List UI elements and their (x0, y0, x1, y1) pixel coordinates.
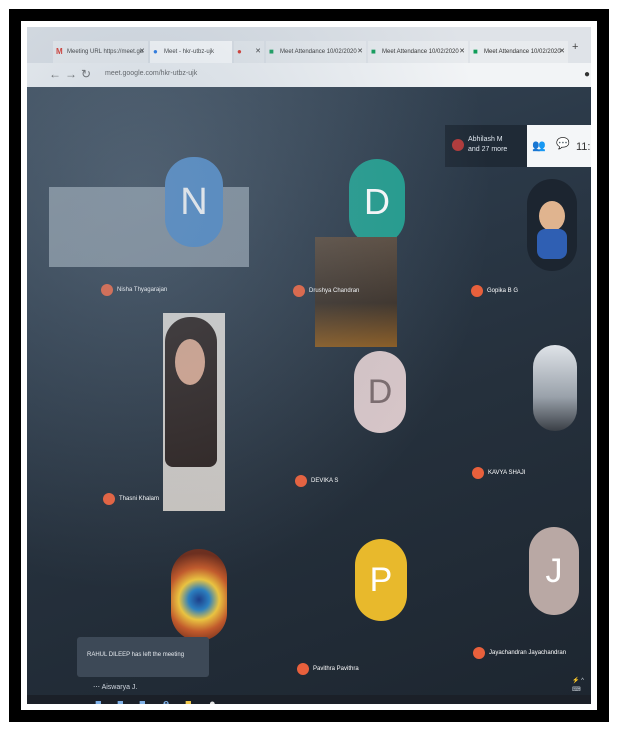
tab-label: Meet Attendance 10/02/2020 (484, 49, 561, 55)
screen-photo: M Meeting URL https://meet.go ✕ ● Meet -… (27, 27, 591, 704)
participant-devika: DEVIKA S (295, 475, 338, 487)
mic-off-icon (473, 647, 485, 659)
participant-nisha: Nisha Thyagarajan (101, 284, 167, 296)
tab-label: Meet Attendance 10/02/2020 (382, 49, 459, 55)
close-icon[interactable]: ✕ (459, 41, 465, 63)
avatar: P (355, 539, 407, 621)
participant-name: DEVIKA S (311, 478, 339, 484)
participant-count-text: and 27 more (468, 146, 508, 153)
url-field[interactable]: meet.google.com/hkr-utbz-ujk (105, 70, 197, 77)
back-icon[interactable]: ← (49, 67, 61, 81)
close-icon[interactable]: ✕ (255, 41, 261, 63)
avatar: D (354, 351, 406, 433)
mic-off-icon (103, 493, 115, 505)
sheets-icon: ■ (473, 47, 478, 56)
participant-name: Jayachandran Jayachandran (489, 650, 567, 656)
face-shape (539, 201, 565, 231)
forward-icon[interactable]: → (65, 67, 77, 81)
tab-attendance-3[interactable]: ■ Meet Attendance 10/02/2020 ✕ (470, 41, 568, 63)
menu-icon[interactable]: ● (584, 69, 590, 80)
notification-toast: RAHUL DILEEP has left the meeting (77, 637, 209, 677)
mic-off-icon (297, 663, 309, 675)
clock: 11:59 (576, 141, 591, 153)
camera-feed-thasni (163, 313, 225, 511)
self-name-text: Aiswarya J. (101, 684, 138, 691)
participant-name: Drushya Chandran (309, 288, 360, 294)
tab-gmail[interactable]: M Meeting URL https://meet.go ✕ (53, 41, 148, 63)
gmail-icon: M (56, 47, 63, 56)
people-icon[interactable]: 👥 (532, 139, 546, 152)
mic-off-icon (472, 467, 484, 479)
tab-recording[interactable]: ● ✕ (234, 41, 264, 63)
record-icon: ● (237, 47, 242, 56)
participant-pavithra: Pavithra Pavithra (297, 663, 359, 675)
avatar: N (165, 157, 223, 247)
avatar-initial: J (545, 552, 563, 590)
avatar: D (349, 159, 405, 245)
sheets-icon: ■ (371, 47, 376, 56)
system-tray: ⚡ ^ ⌨ (572, 678, 584, 693)
participant-jayachandran: Jayachandran Jayachandran (473, 647, 566, 659)
participant-kavya: KAVYA SHAJI (472, 467, 525, 479)
start-icon[interactable]: ■ (95, 698, 102, 704)
store-icon[interactable]: ■ (139, 698, 146, 704)
participant-name: Abhilash M (468, 136, 503, 143)
avatar (452, 139, 464, 151)
meet-icon: ● (153, 47, 158, 56)
tab-label: Meet Attendance 10/02/2020 (280, 49, 357, 55)
inner-frame: M Meeting URL https://meet.go ✕ ● Meet -… (21, 21, 597, 710)
participant-name: Pavithra Pavithra (313, 666, 359, 672)
close-icon[interactable]: ✕ (559, 41, 565, 63)
participants-text: Abhilash M and 27 more (468, 135, 507, 155)
reload-icon[interactable]: ↻ (81, 67, 91, 81)
tab-label: Meet - hkr-utbz-ujk (164, 49, 215, 55)
participant-name: Thasni Khalam (119, 496, 160, 502)
avatar-initial: N (180, 181, 208, 223)
participant-name: KAVYA SHAJI (488, 470, 526, 476)
close-icon[interactable]: ✕ (139, 41, 145, 63)
outer-frame: M Meeting URL https://meet.go ✕ ● Meet -… (9, 9, 609, 722)
participant-name: Gopika B G (487, 288, 519, 294)
tab-meet[interactable]: ● Meet - hkr-utbz-ujk (150, 41, 232, 63)
camera-feed-gopika (527, 179, 577, 271)
participant-name: Nisha Thyagarajan (117, 287, 168, 293)
avatar: J (529, 527, 579, 615)
tab-label: Meeting URL https://meet.go (67, 49, 144, 55)
close-icon[interactable]: ✕ (357, 41, 363, 63)
participant-gopika: Gopika B G (471, 285, 518, 297)
participant-thasni: Thasni Khalam (103, 493, 159, 505)
folder-icon[interactable]: ■ (185, 698, 192, 704)
avatar-initial: P (369, 561, 393, 599)
tab-attendance-2[interactable]: ■ Meet Attendance 10/02/2020 ✕ (368, 41, 468, 63)
mic-off-icon (293, 285, 305, 297)
new-tab-button[interactable]: + (572, 41, 578, 53)
tab-attendance-1[interactable]: ■ Meet Attendance 10/02/2020 ✕ (266, 41, 366, 63)
participant-drushya: Drushya Chandran (293, 285, 359, 297)
self-name: ⋯ Aiswarya J. (93, 684, 138, 691)
body-shape (537, 229, 567, 259)
toast-text: RAHUL DILEEP has left the meeting (87, 652, 185, 658)
camera-feed-kavya (533, 345, 577, 431)
avatar-initial: D (364, 181, 390, 222)
avatar-initial: D (367, 373, 393, 411)
taskview-icon[interactable]: ■ (117, 698, 124, 704)
face-shape (175, 339, 205, 385)
mic-off-icon (101, 284, 113, 296)
mic-off-icon (471, 285, 483, 297)
taskbar (27, 695, 591, 704)
chat-icon[interactable]: 💬 (556, 137, 570, 150)
mic-off-icon (295, 475, 307, 487)
sheets-icon: ■ (269, 47, 274, 56)
edge-icon[interactable]: e (163, 698, 169, 704)
profile-image (171, 549, 227, 641)
chrome-icon[interactable]: ● (209, 698, 216, 704)
